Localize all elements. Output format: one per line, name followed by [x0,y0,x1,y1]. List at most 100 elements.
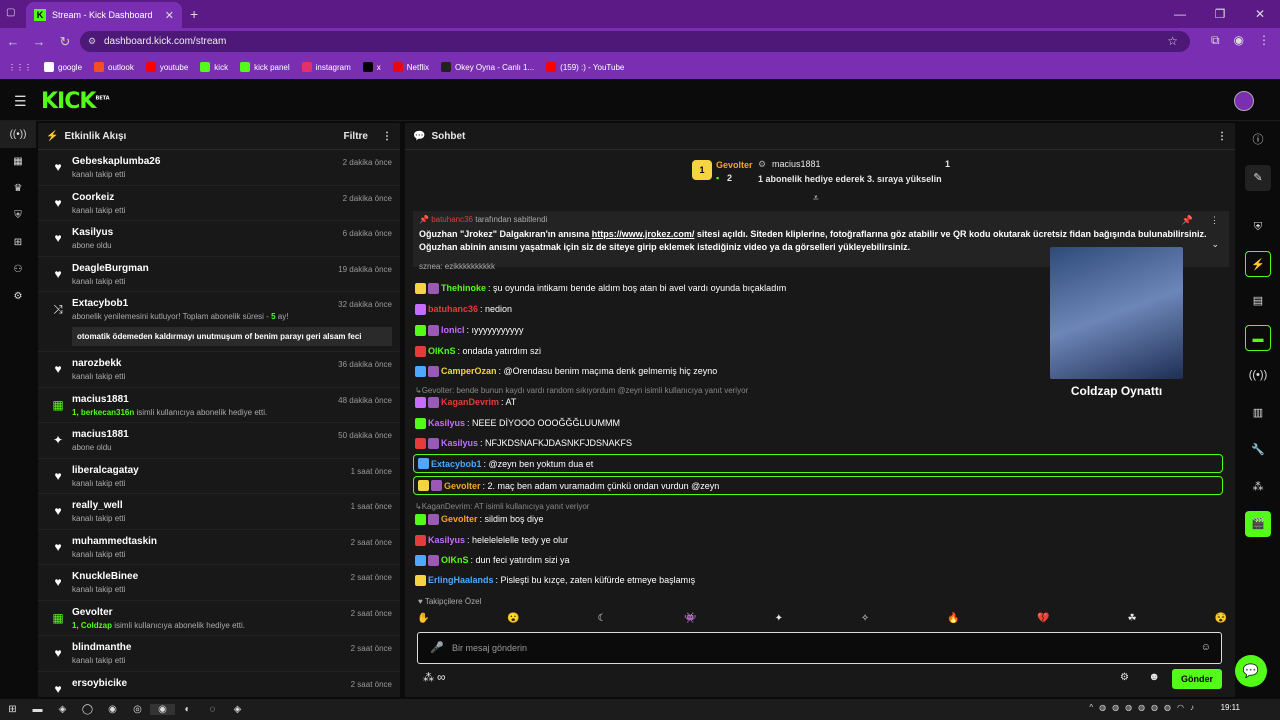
emote-icon[interactable]: ✧ [861,613,869,627]
steam-2-icon[interactable]: ◈ [225,704,250,715]
back-icon[interactable]: ← [0,34,26,49]
pinned-link[interactable]: https://www.jrokez.com/ [592,229,695,239]
activity-event[interactable]: ♥ ersoybicike 2 saat önce [38,672,400,698]
settings-nav-icon[interactable]: ⚙ [0,283,36,310]
activity-event[interactable]: ✦ macius1881 abone oldu 50 dakika önce [38,423,400,459]
chrome-active-icon[interactable]: ◉ [150,704,175,715]
apps-icon[interactable]: ⋮⋮⋮ [8,63,32,72]
steam-icon[interactable]: ◈ [50,704,75,715]
chat-username[interactable]: OlKnS [428,346,456,356]
chat-username[interactable]: Kasilyus [428,535,465,545]
url-field[interactable]: ⚙ dashboard.kick.com/stream ☆ [80,31,1190,52]
broadcast-icon[interactable]: ((•)) [1245,362,1271,388]
chat-settings-icon[interactable]: ⚙ [1120,672,1129,683]
bookmark-8[interactable]: Okey Oyna - Canlı 1... [441,62,534,72]
bookmark-3[interactable]: kick [200,62,228,72]
browser-tab[interactable]: K Stream - Kick Dashboard ✕ [26,2,182,28]
chat-message[interactable]: batuhanc36: nedion [415,300,512,318]
chat-message[interactable]: Gevolter: sildim boş diye [415,510,544,528]
document-icon[interactable]: ▤ [1245,288,1271,314]
tray-app-icon[interactable]: ◍ [1151,703,1158,712]
chat-options-icon[interactable]: ⋮ [1217,131,1227,142]
chat-message[interactable]: Kasilyus: NEEE DİYOOO OOOĞĞĞLUUMMM [415,414,620,432]
activity-event[interactable]: ♥ muhammedtaskin kanalı takip etti 2 saat ö… [38,530,400,565]
kicks-rail-icon[interactable]: ⁂ [1245,474,1271,500]
profile-icon[interactable]: ◉ [1234,33,1244,48]
microphone-icon[interactable]: 🎤 [430,633,444,663]
chat-message[interactable]: lonicl: ıyyyyyyyyyyy [415,321,524,339]
activity-event[interactable]: ♥ DeagleBurgman kanalı takip etti 19 dakika… [38,257,400,292]
chat-username[interactable]: KaganDevrim [441,397,499,407]
top-gifter-name[interactable]: Gevolter [716,160,753,170]
new-tab-icon[interactable]: + [190,6,198,22]
trophy-nav-icon[interactable]: ♛ [0,175,36,202]
chat-username[interactable]: Kasilyus [428,418,465,428]
tray-app-icon[interactable]: ◍ [1125,703,1132,712]
emote-icon[interactable]: 🔥 [947,613,959,627]
shield-nav-icon[interactable]: ⛨ [0,202,36,229]
chat-username[interactable]: CamperOzan [441,366,497,376]
forward-icon[interactable]: → [26,34,52,49]
close-window-icon[interactable]: ✕ [1240,0,1280,28]
chat-message[interactable]: CamperOzan: @Orendasu benim maçıma denk … [415,362,717,380]
volume-icon[interactable]: ♪ [1190,703,1194,712]
users-nav-icon[interactable]: ⚇ [0,256,36,283]
taskbar-clock[interactable]: 19:11 [1221,703,1240,712]
activity-event[interactable]: ⤨ Extacybob1 abonelik yenilemesini kutluyo… [38,292,400,352]
moderation-nav-icon[interactable]: ⊞ [0,229,36,256]
activity-event[interactable]: ♥ Kasilyus abone oldu 6 dakika önce [38,221,400,257]
emote-icon[interactable]: ☾ [598,613,607,627]
second-gifter-name[interactable]: macius1881 [772,159,821,169]
emoji-picker-icon[interactable]: ☺ [1201,633,1211,663]
chat-message[interactable]: OlKnS: dun feci yatırdım sizi ya [415,551,570,569]
windows-start-icon[interactable]: ⊞ [0,704,25,715]
activity-event[interactable]: ▦ macius1881 1, berkecan316n isimli kullan… [38,388,400,423]
scroll-down-icon[interactable]: ⩡ [813,193,819,204]
chat-message[interactable]: Extacybob1: @zeyn ben yoktum dua et [413,454,1223,473]
reload-icon[interactable]: ↻ [52,34,78,50]
chat-username[interactable]: Thehinoke [441,283,486,293]
filter-button[interactable]: Filtre [344,131,368,142]
chat-message-input[interactable]: 🎤 Bir mesaj gönderin ☺ [417,632,1222,664]
emote-icon[interactable]: 😵 [1214,613,1226,627]
tab-search-icon[interactable]: ▢ [6,7,15,18]
inbox-icon[interactable]: ▥ [1245,400,1271,426]
edit-icon[interactable]: ✎ [1245,165,1271,191]
bookmark-star-icon[interactable]: ☆ [1167,31,1178,52]
kick-logo[interactable]: KICKBETA [41,89,110,114]
chrome-icon[interactable]: ◉ [100,704,125,715]
tray-expand-icon[interactable]: ^ [1089,703,1093,712]
app-icon[interactable]: ◐ [175,704,200,715]
chat-message[interactable]: KaganDevrim: AT [415,393,516,411]
spotify-icon[interactable]: ◎ [125,704,150,715]
emote-icon[interactable]: ✋ [417,613,429,627]
chat-username[interactable]: lonicl [441,325,465,335]
extensions-icon[interactable]: ⧉ [1211,33,1220,48]
bookmark-6[interactable]: x [362,62,381,72]
tray-app-icon[interactable]: ◍ [1164,703,1171,712]
emote-icon[interactable]: 😮 [507,613,519,627]
chat-message[interactable]: Kasilyus: NFJKDSNAFKJDASNKFJDSNAKFS [415,434,632,452]
chat-username[interactable]: OlKnS [441,555,469,565]
emote-icon[interactable]: ☘ [1128,613,1137,627]
stream-nav-icon[interactable]: ((•)) [0,121,36,148]
chat-message[interactable]: Thehinoke: şu oyunda intikamı bende aldı… [415,279,786,297]
activity-event[interactable]: ♥ really_well kanalı takip etti 1 saat önce [38,494,400,530]
send-button[interactable]: Gönder [1172,669,1222,689]
activity-event[interactable]: ▦ Gevolter 1, Coldzap isimli kullanıcıya a… [38,601,400,636]
tray-app-icon[interactable]: ◍ [1112,703,1119,712]
activity-event[interactable]: ♥ Gebeskaplumba26 kanalı takip etti 2 dakik… [38,150,400,186]
bookmark-5[interactable]: instagram [301,62,351,72]
help-chat-button[interactable]: 💬 [1235,655,1267,687]
activity-event[interactable]: ♥ Coorkeiz kanalı takip etti 2 dakika önce [38,186,400,221]
shield-icon[interactable]: ⛨ [1245,214,1271,240]
info-icon[interactable]: ⓘ [1245,127,1271,153]
activity-event[interactable]: ♥ blindmanthe kanalı takip etti 2 saat önce [38,636,400,672]
chat-icon[interactable]: ▬ [1245,325,1271,351]
chat-username[interactable]: Gevolter [444,481,481,491]
chat-username[interactable]: ErlingHaalands [428,575,494,585]
wifi-icon[interactable]: ◠ [1177,703,1184,712]
maximize-icon[interactable]: ❐ [1200,0,1240,28]
clapper-icon[interactable]: 🎬 [1245,511,1271,537]
close-tab-icon[interactable]: ✕ [165,9,174,22]
